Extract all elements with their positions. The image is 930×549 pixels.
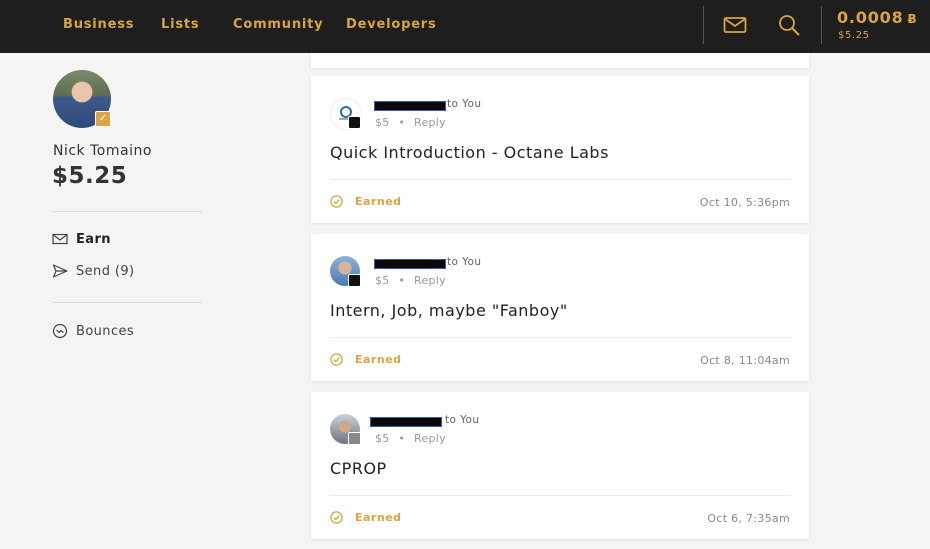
feed-card-partial: [311, 53, 809, 68]
btc-balance[interactable]: 0.0008 Ƀ: [837, 8, 918, 27]
sidebar-divider: [53, 302, 202, 303]
profile-balance: $5.25: [52, 163, 128, 189]
status-earned: Earned: [330, 353, 402, 366]
redacted-sender-name: [370, 417, 442, 427]
message-card[interactable]: to You $5 • Reply Intern, Job, maybe "Fa…: [311, 234, 809, 381]
message-meta: $5 • Reply: [375, 274, 446, 287]
reply-link[interactable]: Reply: [414, 274, 446, 287]
verified-badge-icon: [348, 274, 361, 287]
top-nav-bar: Business Lists Community Developers 0.00…: [0, 0, 930, 53]
check-circle-icon: [330, 195, 343, 208]
nav-business[interactable]: Business: [63, 17, 134, 32]
message-amount: $5: [375, 116, 390, 129]
message-meta: $5 • Reply: [375, 116, 446, 129]
mail-icon[interactable]: [723, 13, 747, 41]
nav-lists[interactable]: Lists: [161, 17, 199, 32]
meta-separator: •: [398, 274, 406, 287]
card-divider: [330, 179, 791, 180]
profile-name: Nick Tomaino: [53, 143, 152, 159]
redacted-sender-name: [374, 101, 446, 111]
search-icon[interactable]: [777, 13, 801, 41]
card-divider: [330, 495, 791, 496]
sidebar-item-label: Bounces: [76, 323, 135, 339]
message-title[interactable]: CPROP: [330, 459, 387, 478]
message-card[interactable]: to You $5 • Reply Quick Introduction - O…: [311, 76, 809, 223]
recipient-label: to You: [447, 98, 482, 110]
message-amount: $5: [375, 432, 390, 445]
check-circle-icon: [330, 511, 343, 524]
recipient-label: to You: [445, 414, 480, 426]
sidebar-item-label: Send (9): [76, 263, 135, 279]
card-divider: [330, 337, 791, 338]
nav-divider: [703, 6, 704, 44]
nav-divider: [821, 6, 822, 44]
bounce-icon: [52, 323, 68, 339]
sidebar-divider: [53, 211, 202, 212]
message-date: Oct 8, 11:04am: [700, 354, 790, 367]
verified-badge-icon: ✓: [95, 111, 111, 127]
recipient-label: to You: [447, 256, 482, 268]
redacted-sender-name: [374, 259, 446, 269]
nav-developers[interactable]: Developers: [346, 17, 437, 32]
message-title[interactable]: Intern, Job, maybe "Fanboy": [330, 301, 568, 320]
btc-symbol: Ƀ: [907, 12, 918, 26]
unverified-badge-icon: [348, 432, 361, 445]
meta-separator: •: [398, 432, 406, 445]
status-label: Earned: [355, 353, 402, 366]
send-icon: [52, 264, 68, 278]
status-label: Earned: [355, 511, 402, 524]
profile-avatar[interactable]: ✓: [53, 70, 111, 128]
message-card[interactable]: to You $5 • Reply CPROP Earned Oct 6, 7:…: [311, 392, 809, 539]
status-label: Earned: [355, 195, 402, 208]
sidebar-item-earn[interactable]: Earn: [52, 229, 111, 249]
sidebar-item-send[interactable]: Send (9): [52, 261, 135, 281]
mail-icon: [52, 233, 68, 245]
reply-link[interactable]: Reply: [414, 116, 446, 129]
message-amount: $5: [375, 274, 390, 287]
sidebar-item-label: Earn: [76, 231, 111, 247]
message-meta: $5 • Reply: [375, 432, 446, 445]
reply-link[interactable]: Reply: [414, 432, 446, 445]
status-earned: Earned: [330, 511, 402, 524]
sidebar-item-bounces[interactable]: Bounces: [52, 321, 134, 341]
message-title[interactable]: Quick Introduction - Octane Labs: [330, 143, 609, 162]
message-date: Oct 6, 7:35am: [707, 512, 790, 525]
check-circle-icon: [330, 353, 343, 366]
usd-balance: $5.25: [838, 30, 870, 41]
status-earned: Earned: [330, 195, 402, 208]
nav-community[interactable]: Community: [233, 17, 323, 32]
meta-separator: •: [398, 116, 406, 129]
message-date: Oct 10, 5:36pm: [699, 196, 790, 209]
verified-badge-icon: [348, 116, 361, 129]
